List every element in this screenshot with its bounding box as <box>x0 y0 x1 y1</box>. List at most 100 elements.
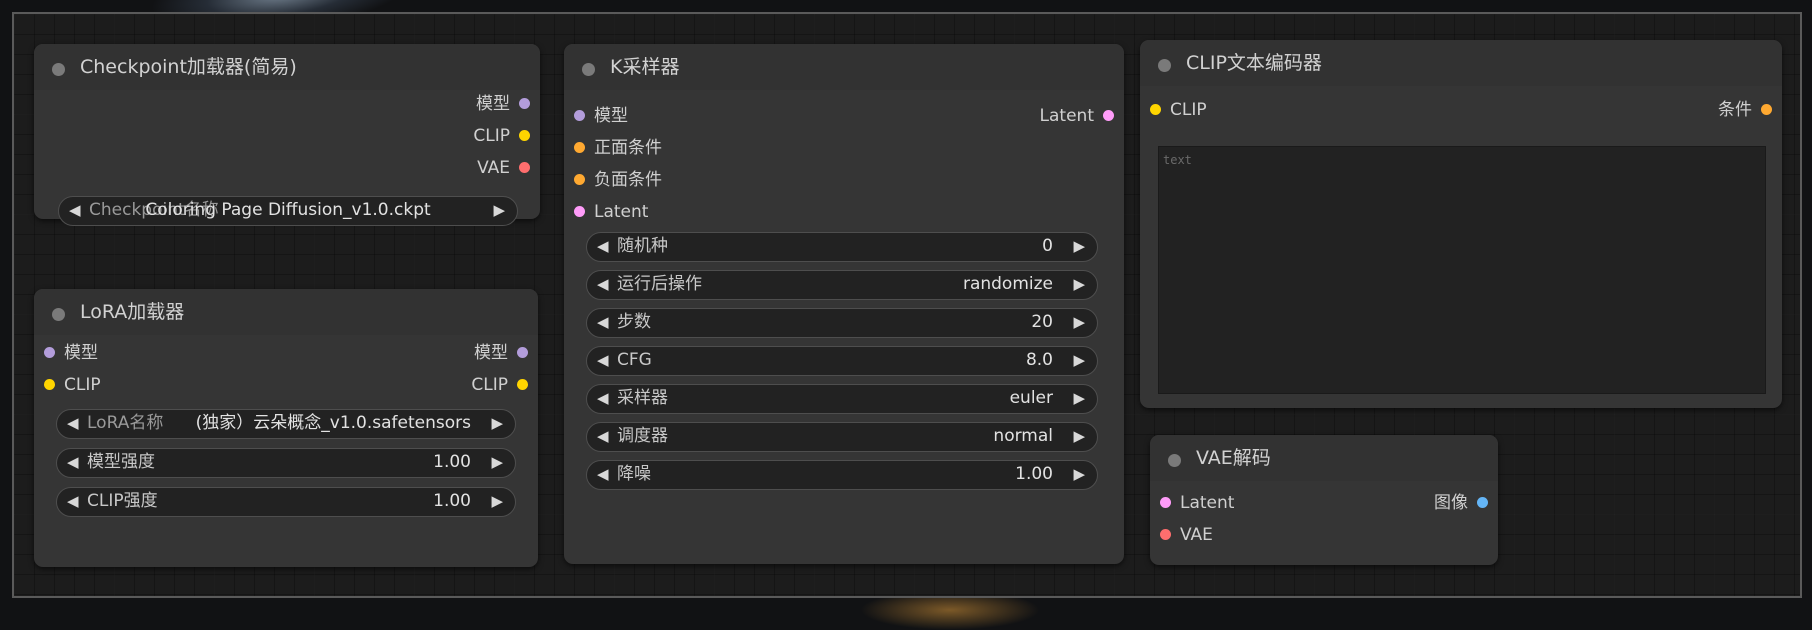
output-slot-conditioning[interactable]: 条件 <box>1572 98 1772 122</box>
latent-connector-icon[interactable] <box>574 206 585 217</box>
increment-arrow-icon[interactable]: ▶ <box>1073 233 1085 260</box>
decrement-arrow-icon[interactable]: ◀ <box>67 449 79 476</box>
decrement-arrow-icon[interactable]: ◀ <box>597 271 609 298</box>
checkpoint-loader-node[interactable]: Checkpoint加载器(简易) 模型 CLIP VAE ◀ Checkpoi… <box>34 44 540 226</box>
latent-connector-icon[interactable] <box>1160 497 1171 508</box>
widget-label: 步数 <box>617 312 651 332</box>
decrement-arrow-icon[interactable]: ◀ <box>597 461 609 488</box>
increment-arrow-icon[interactable]: ▶ <box>491 410 503 437</box>
widget-value: 8.0 <box>1025 350 1053 370</box>
node-header[interactable]: Checkpoint加载器(简易) <box>34 44 540 90</box>
increment-arrow-icon[interactable]: ▶ <box>1073 309 1085 336</box>
increment-arrow-icon[interactable]: ▶ <box>1073 385 1085 412</box>
decrement-arrow-icon[interactable]: ◀ <box>67 488 79 515</box>
node-header[interactable]: VAE解码 <box>1150 435 1498 481</box>
checkpoint-name-combo[interactable]: ◀ Checkpoint名称 Coloring Page Diffusion_v… <box>58 196 518 226</box>
decrement-arrow-icon[interactable]: ◀ <box>597 233 609 260</box>
output-slot-model[interactable]: 模型 <box>330 92 530 116</box>
clip-connector-icon[interactable] <box>1150 104 1161 115</box>
model-connector-icon[interactable] <box>574 110 585 121</box>
collapse-toggle-icon[interactable] <box>1168 454 1181 467</box>
clip-connector-icon[interactable] <box>517 379 528 390</box>
conditioning-connector-icon[interactable] <box>574 174 585 185</box>
slot-label: 负面条件 <box>594 170 662 190</box>
slot-label: VAE <box>477 158 510 178</box>
output-slot-vae[interactable]: VAE <box>330 156 530 180</box>
increment-arrow-icon[interactable]: ▶ <box>493 197 505 224</box>
input-slot-latent[interactable]: Latent <box>1160 491 1320 515</box>
clip-strength-widget[interactable]: ◀ CLIP强度 1.00 ▶ <box>56 487 516 517</box>
model-connector-icon[interactable] <box>517 347 528 358</box>
widget-value: 20 <box>1031 312 1053 332</box>
collapse-toggle-icon[interactable] <box>582 63 595 76</box>
latent-connector-icon[interactable] <box>1103 110 1114 121</box>
input-slot-clip[interactable]: CLIP <box>44 373 244 397</box>
widget-label: 降噪 <box>617 464 651 484</box>
decrement-arrow-icon[interactable]: ◀ <box>597 385 609 412</box>
node-header[interactable]: LoRA加载器 <box>34 289 538 335</box>
input-slot-clip[interactable]: CLIP <box>1150 98 1350 122</box>
node-header[interactable]: CLIP文本编码器 <box>1140 40 1782 86</box>
clip-text-encode-node[interactable]: CLIP文本编码器 CLIP 条件 text <box>1140 40 1782 408</box>
steps-widget[interactable]: ◀ 步数 20 ▶ <box>586 308 1098 338</box>
widget-value: 0 <box>1042 236 1053 256</box>
denoise-widget[interactable]: ◀ 降噪 1.00 ▶ <box>586 460 1098 490</box>
decrement-arrow-icon[interactable]: ◀ <box>67 410 79 437</box>
output-slot-clip[interactable]: CLIP <box>328 373 528 397</box>
input-slot-model[interactable]: 模型 <box>574 104 774 128</box>
clip-connector-icon[interactable] <box>44 379 55 390</box>
ksampler-node[interactable]: K采样器 模型 正面条件 负面条件 Latent Latent ◀ 随机种 0 … <box>564 44 1124 564</box>
cfg-widget[interactable]: ◀ CFG 8.0 ▶ <box>586 346 1098 376</box>
increment-arrow-icon[interactable]: ▶ <box>491 488 503 515</box>
decrement-arrow-icon[interactable]: ◀ <box>597 309 609 336</box>
input-slot-vae[interactable]: VAE <box>1160 523 1320 547</box>
vae-connector-icon[interactable] <box>1160 529 1171 540</box>
model-connector-icon[interactable] <box>44 347 55 358</box>
widget-label: 调度器 <box>617 426 668 446</box>
lora-loader-node[interactable]: LoRA加载器 模型 CLIP 模型 CLIP ◀ LoRA名称 (独家）云朵概… <box>34 289 538 567</box>
collapse-toggle-icon[interactable] <box>1158 59 1171 72</box>
widget-label: 模型强度 <box>87 452 155 472</box>
lora-name-combo[interactable]: ◀ LoRA名称 (独家）云朵概念_v1.0.safetensors ▶ <box>56 409 516 439</box>
clip-connector-icon[interactable] <box>519 130 530 141</box>
slot-label: VAE <box>1180 525 1213 545</box>
sampler-name-widget[interactable]: ◀ 采样器 euler ▶ <box>586 384 1098 414</box>
image-connector-icon[interactable] <box>1477 497 1488 508</box>
increment-arrow-icon[interactable]: ▶ <box>491 449 503 476</box>
model-strength-widget[interactable]: ◀ 模型强度 1.00 ▶ <box>56 448 516 478</box>
output-slot-model[interactable]: 模型 <box>328 341 528 365</box>
vae-decode-node[interactable]: VAE解码 Latent VAE 图像 <box>1150 435 1498 565</box>
slot-label: 模型 <box>474 343 508 363</box>
increment-arrow-icon[interactable]: ▶ <box>1073 461 1085 488</box>
input-slot-latent[interactable]: Latent <box>574 200 774 224</box>
input-slot-negative[interactable]: 负面条件 <box>574 168 774 192</box>
input-slot-positive[interactable]: 正面条件 <box>574 136 774 160</box>
prompt-text-area[interactable]: text <box>1158 146 1766 394</box>
widget-label: LoRA名称 <box>87 413 164 433</box>
widget-value: 1.00 <box>1015 464 1053 484</box>
increment-arrow-icon[interactable]: ▶ <box>1073 347 1085 374</box>
output-slot-image[interactable]: 图像 <box>1328 491 1488 515</box>
node-title: CLIP文本编码器 <box>1186 52 1322 74</box>
slot-label: 条件 <box>1718 100 1752 120</box>
output-slot-clip[interactable]: CLIP <box>330 124 530 148</box>
conditioning-connector-icon[interactable] <box>1761 104 1772 115</box>
seed-widget[interactable]: ◀ 随机种 0 ▶ <box>586 232 1098 262</box>
input-slot-model[interactable]: 模型 <box>44 341 244 365</box>
widget-value: normal <box>993 426 1053 446</box>
node-graph-canvas[interactable]: Checkpoint加载器(简易) 模型 CLIP VAE ◀ Checkpoi… <box>12 12 1802 598</box>
slot-label: CLIP <box>1170 100 1207 120</box>
scheduler-widget[interactable]: ◀ 调度器 normal ▶ <box>586 422 1098 452</box>
decrement-arrow-icon[interactable]: ◀ <box>597 347 609 374</box>
increment-arrow-icon[interactable]: ▶ <box>1073 423 1085 450</box>
node-header[interactable]: K采样器 <box>564 44 1124 90</box>
collapse-toggle-icon[interactable] <box>52 63 65 76</box>
vae-connector-icon[interactable] <box>519 162 530 173</box>
conditioning-connector-icon[interactable] <box>574 142 585 153</box>
collapse-toggle-icon[interactable] <box>52 308 65 321</box>
decrement-arrow-icon[interactable]: ◀ <box>597 423 609 450</box>
output-slot-latent[interactable]: Latent <box>914 104 1114 128</box>
model-connector-icon[interactable] <box>519 98 530 109</box>
control-after-generate-widget[interactable]: ◀ 运行后操作 randomize ▶ <box>586 270 1098 300</box>
increment-arrow-icon[interactable]: ▶ <box>1073 271 1085 298</box>
